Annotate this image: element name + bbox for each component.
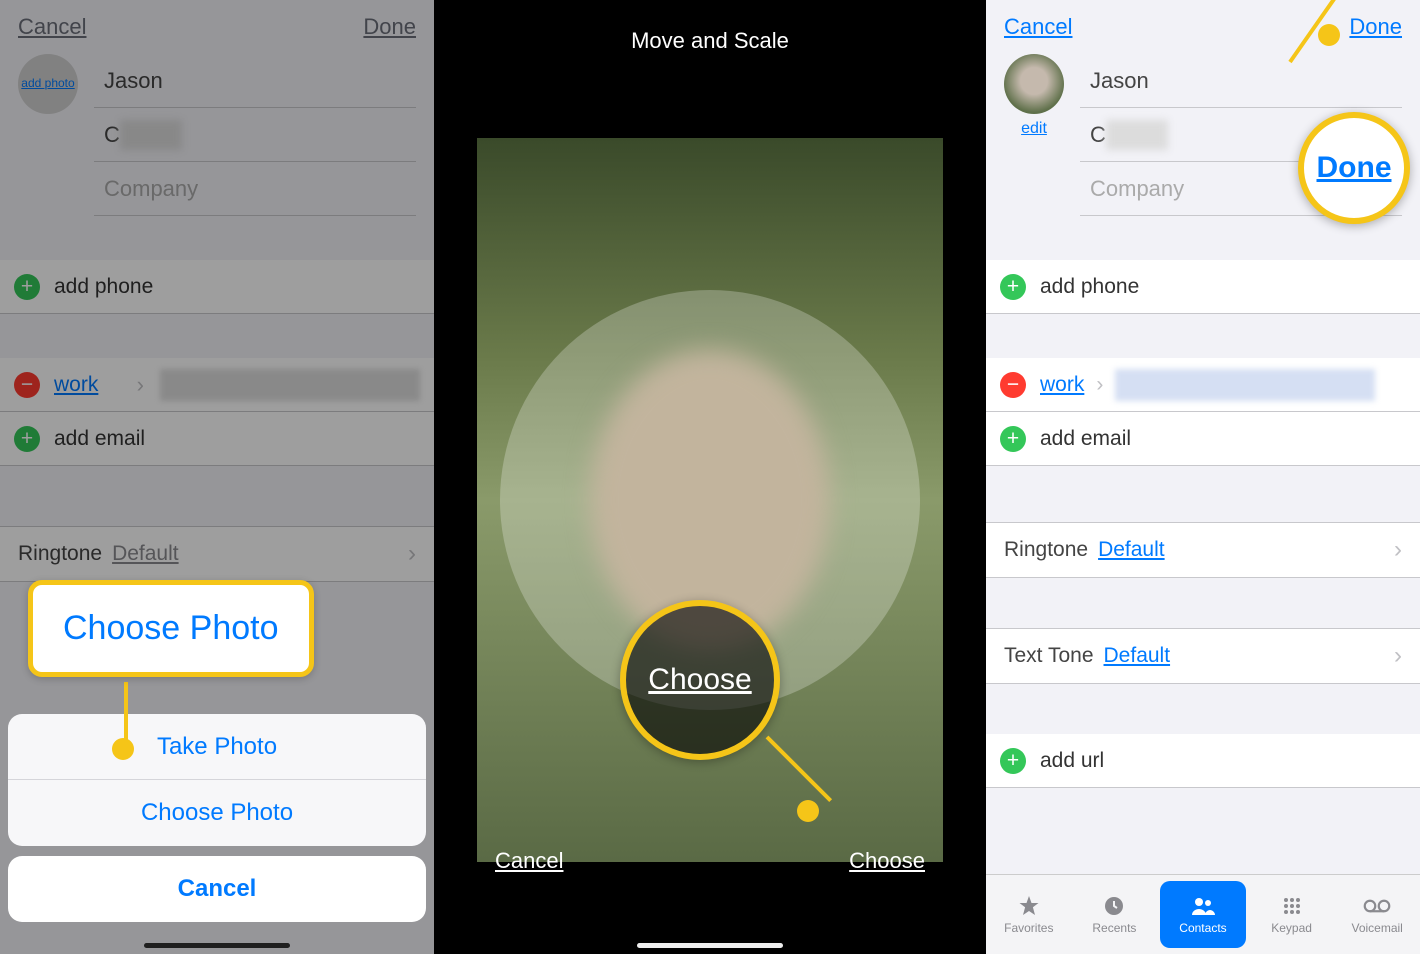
take-photo-option[interactable]: Take Photo: [8, 714, 426, 780]
tab-recents[interactable]: Recents: [1072, 875, 1158, 954]
callout-done-text: Done: [1317, 151, 1392, 185]
phone-work-row[interactable]: − work ›: [986, 358, 1420, 412]
home-indicator: [637, 943, 783, 948]
star-icon: [1015, 894, 1043, 918]
tab-voicemail[interactable]: Voicemail: [1334, 875, 1420, 954]
contacts-icon: [1189, 894, 1217, 918]
nav-done[interactable]: Done: [1349, 14, 1402, 40]
callout-dot: [797, 800, 819, 822]
callout-choose-photo: Choose Photo: [28, 580, 314, 677]
clock-icon: [1100, 894, 1128, 918]
callout-dot: [112, 738, 134, 760]
chevron-right-icon: ›: [1394, 536, 1402, 564]
plus-icon: +: [1000, 748, 1026, 774]
tab-label: Recents: [1092, 921, 1136, 935]
last-initial: C: [1090, 122, 1106, 148]
callout-text: Choose Photo: [63, 609, 279, 647]
avatar-photo[interactable]: [1004, 54, 1064, 114]
add-url-label: add url: [1040, 749, 1104, 773]
tab-bar: Favorites Recents Contacts Keypad Voicem…: [986, 874, 1420, 954]
callout-dot: [1318, 24, 1340, 46]
tab-label: Favorites: [1004, 921, 1053, 935]
voicemail-icon: [1363, 894, 1391, 918]
photo-action-sheet: Take Photo Choose Photo Cancel: [8, 714, 426, 922]
texttone-row[interactable]: Text Tone Default ›: [986, 628, 1420, 684]
first-name-text: Jason: [1090, 68, 1149, 94]
first-name-field[interactable]: Jason: [1080, 54, 1402, 108]
work-label[interactable]: work: [1040, 373, 1084, 397]
add-phone-label: add phone: [1040, 275, 1139, 299]
minus-icon: −: [1000, 372, 1026, 398]
tab-label: Keypad: [1271, 921, 1312, 935]
plus-icon: +: [1000, 426, 1026, 452]
add-email-label: add email: [1040, 427, 1131, 451]
plus-icon: +: [1000, 274, 1026, 300]
add-url-row[interactable]: + add url: [986, 734, 1420, 788]
sheet-cancel-button[interactable]: Cancel: [8, 856, 426, 922]
add-phone-row[interactable]: + add phone: [986, 260, 1420, 314]
edit-photo-link[interactable]: edit: [1004, 120, 1064, 138]
callout-choose-circle: Choose: [620, 600, 780, 760]
crop-choose-button[interactable]: Choose: [849, 848, 925, 874]
texttone-value: Default: [1104, 644, 1171, 668]
choose-photo-option[interactable]: Choose Photo: [8, 780, 426, 846]
ringtone-row[interactable]: Ringtone Default ›: [986, 522, 1420, 578]
chevron-right-icon: ›: [1394, 642, 1402, 670]
ringtone-label: Ringtone: [1004, 538, 1088, 562]
move-scale-title: Move and Scale: [477, 0, 943, 54]
nav-cancel[interactable]: Cancel: [1004, 14, 1072, 40]
chevron-right-icon: ›: [1096, 373, 1103, 397]
ringtone-value: Default: [1098, 538, 1165, 562]
texttone-label: Text Tone: [1004, 644, 1094, 668]
tab-contacts[interactable]: Contacts: [1160, 881, 1246, 948]
tab-label: Contacts: [1179, 921, 1226, 935]
callout-done-circle: Done: [1298, 112, 1410, 224]
company-ph: Company: [1090, 176, 1184, 202]
tab-keypad[interactable]: Keypad: [1249, 875, 1335, 954]
callout-choose-text: Choose: [648, 663, 751, 697]
add-email-row[interactable]: + add email: [986, 412, 1420, 466]
tab-label: Voicemail: [1351, 921, 1402, 935]
tab-favorites[interactable]: Favorites: [986, 875, 1072, 954]
crop-cancel-button[interactable]: Cancel: [495, 848, 563, 874]
keypad-icon: [1278, 894, 1306, 918]
blurred-value: [1115, 369, 1375, 401]
blurred-text: [1106, 120, 1168, 150]
